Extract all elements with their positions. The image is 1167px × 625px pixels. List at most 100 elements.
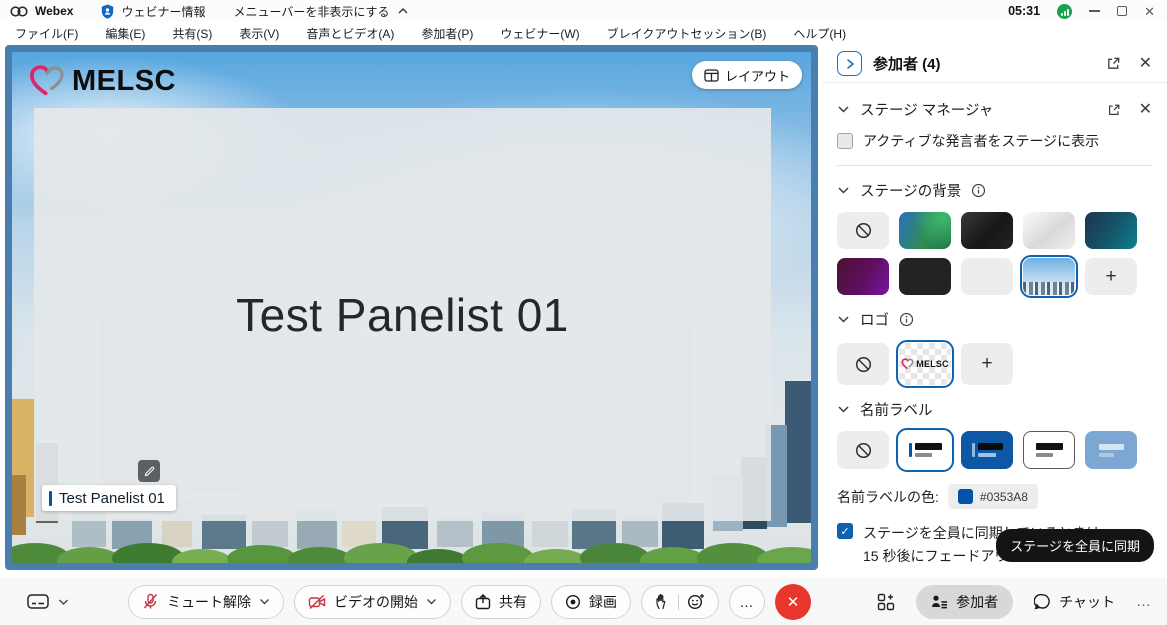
panel-header: 参加者 (4) ✕ bbox=[822, 45, 1167, 83]
chevron-down-icon[interactable] bbox=[837, 186, 850, 195]
share-icon bbox=[475, 594, 491, 610]
menu-share[interactable]: 共有(S) bbox=[172, 25, 212, 42]
menu-breakout[interactable]: ブレイクアウトセッション(B) bbox=[607, 25, 767, 42]
more-options-button[interactable]: … bbox=[729, 585, 765, 619]
webinar-info-label: ウェビナー情報 bbox=[121, 3, 205, 20]
edit-name-label-button[interactable] bbox=[138, 460, 160, 482]
chevron-down-icon[interactable] bbox=[837, 405, 850, 414]
participants-panel: 参加者 (4) ✕ ステージ マネージャ ✕ アクティブな発言者をス bbox=[822, 45, 1167, 572]
panel-controls: 参加者 チャット … bbox=[877, 585, 1152, 619]
chevron-down-icon[interactable] bbox=[426, 598, 437, 605]
name-label-color-picker[interactable]: #0353A8 bbox=[948, 484, 1038, 509]
menu-help[interactable]: ヘルプ(H) bbox=[793, 25, 846, 42]
name-label-style-outline-thumb[interactable] bbox=[1023, 431, 1075, 469]
chevron-down-icon[interactable] bbox=[58, 598, 69, 605]
window-close-button[interactable]: ✕ bbox=[1144, 5, 1155, 18]
participants-toggle-button[interactable]: 参加者 bbox=[916, 585, 1013, 619]
hide-menubar-label: メニューバーを非表示にする bbox=[233, 3, 389, 20]
background-city-thumb-selected[interactable] bbox=[1023, 258, 1075, 295]
restore-button[interactable] bbox=[1117, 6, 1127, 16]
info-icon[interactable] bbox=[899, 312, 914, 327]
background-charcoal-thumb[interactable] bbox=[899, 258, 951, 295]
background-purple-thumb[interactable] bbox=[837, 258, 889, 295]
titlebar: Webex ウェビナー情報 メニューバーを非表示にする 05:31 ✕ bbox=[0, 0, 1167, 22]
close-icon: ✕ bbox=[787, 593, 800, 611]
share-button[interactable]: 共有 bbox=[461, 585, 541, 619]
record-label: 録画 bbox=[589, 592, 617, 612]
unmute-label: ミュート解除 bbox=[167, 592, 251, 612]
name-label-style-blue-thumb[interactable] bbox=[961, 431, 1013, 469]
minimize-button[interactable] bbox=[1089, 10, 1100, 12]
close-panel-button[interactable]: ✕ bbox=[1139, 56, 1152, 72]
add-logo-button[interactable]: + bbox=[961, 343, 1013, 385]
call-controls: ミュート解除 ビデオの開始 共有 bbox=[128, 584, 811, 620]
record-icon bbox=[565, 594, 581, 610]
active-speaker-checkbox[interactable] bbox=[837, 133, 853, 149]
active-speaker-option[interactable]: アクティブな発言者をステージに表示 bbox=[822, 129, 1167, 165]
record-button[interactable]: 録画 bbox=[551, 585, 631, 619]
panel-title: 参加者 (4) bbox=[873, 53, 941, 74]
logo-melsc-thumb-selected[interactable]: MELSC bbox=[899, 343, 951, 385]
reactions-control bbox=[641, 585, 719, 619]
captions-control[interactable] bbox=[27, 593, 69, 610]
reactions-icon[interactable] bbox=[687, 593, 705, 610]
add-background-button[interactable]: + bbox=[1085, 258, 1137, 295]
menu-audio-video[interactable]: 音声とビデオ(A) bbox=[306, 25, 394, 42]
stage-name-label[interactable]: Test Panelist 01 bbox=[42, 485, 176, 511]
layout-button[interactable]: レイアウト bbox=[692, 61, 802, 89]
popout-stage-manager-icon[interactable] bbox=[1107, 103, 1121, 117]
menu-participants[interactable]: 参加者(P) bbox=[421, 25, 473, 42]
participants-icon bbox=[931, 594, 948, 609]
hide-menubar[interactable]: メニューバーを非表示にする bbox=[233, 3, 408, 20]
logo-thumb-text: MELSC bbox=[916, 359, 949, 369]
webex-window: Webex ウェビナー情報 メニューバーを非表示にする 05:31 ✕ ファイル… bbox=[0, 0, 1167, 625]
apps-icon[interactable] bbox=[877, 593, 895, 611]
sync-fadeout-checkbox[interactable]: ✓ bbox=[837, 523, 853, 539]
layout-icon bbox=[704, 69, 719, 82]
color-swatch bbox=[958, 489, 973, 504]
background-none-thumb[interactable] bbox=[837, 212, 889, 249]
chat-button[interactable]: チャット bbox=[1034, 592, 1115, 612]
logo-none-thumb[interactable] bbox=[837, 343, 889, 385]
start-video-button[interactable]: ビデオの開始 bbox=[294, 585, 451, 619]
close-stage-manager-button[interactable]: ✕ bbox=[1139, 102, 1152, 118]
leave-meeting-button[interactable]: ✕ bbox=[775, 584, 811, 620]
popout-panel-icon[interactable] bbox=[1106, 56, 1121, 71]
menu-webinar[interactable]: ウェビナー(W) bbox=[500, 25, 579, 42]
raise-hand-icon[interactable] bbox=[655, 593, 670, 610]
info-icon[interactable] bbox=[971, 183, 986, 198]
check-icon: ✓ bbox=[840, 525, 849, 538]
name-label-color-label: 名前ラベルの色: bbox=[837, 487, 939, 507]
stage-logo: MELSC bbox=[28, 64, 176, 98]
background-light-thumb[interactable] bbox=[1023, 212, 1075, 249]
name-label-style-soft-thumb[interactable] bbox=[1085, 431, 1137, 469]
webex-logo-icon bbox=[10, 5, 28, 18]
name-label-styles bbox=[822, 429, 1167, 469]
camera-off-icon bbox=[308, 594, 326, 610]
chevron-down-icon[interactable] bbox=[837, 105, 850, 114]
background-teal-thumb[interactable] bbox=[1085, 212, 1137, 249]
menu-view[interactable]: 表示(V) bbox=[239, 25, 279, 42]
name-label-none-thumb[interactable] bbox=[837, 431, 889, 469]
chevron-down-icon[interactable] bbox=[837, 315, 850, 324]
background-gray-thumb[interactable] bbox=[961, 258, 1013, 295]
collapse-panel-button[interactable] bbox=[837, 51, 862, 76]
background-green-thumb[interactable] bbox=[899, 212, 951, 249]
webinar-info[interactable]: ウェビナー情報 bbox=[101, 3, 205, 20]
name-label-style-bar-thumb-selected[interactable] bbox=[899, 431, 951, 469]
menu-file[interactable]: ファイル(F) bbox=[15, 25, 78, 42]
webex-brand: Webex bbox=[10, 4, 73, 18]
connection-status-icon[interactable] bbox=[1057, 4, 1072, 19]
share-label: 共有 bbox=[499, 592, 527, 612]
menu-edit[interactable]: 編集(E) bbox=[105, 25, 145, 42]
sync-stage-button[interactable]: ステージを全員に同期 bbox=[996, 529, 1154, 562]
background-dark-thumb[interactable] bbox=[961, 212, 1013, 249]
background-thumbnails: + bbox=[822, 210, 1167, 295]
logo-thumbnails: MELSC + bbox=[822, 339, 1167, 385]
chevron-down-icon[interactable] bbox=[259, 598, 270, 605]
more-panels-button[interactable]: … bbox=[1136, 593, 1152, 610]
unmute-button[interactable]: ミュート解除 bbox=[128, 585, 284, 619]
participants-label: 参加者 bbox=[956, 592, 998, 612]
more-icon: … bbox=[740, 594, 755, 610]
shield-icon bbox=[101, 4, 114, 19]
